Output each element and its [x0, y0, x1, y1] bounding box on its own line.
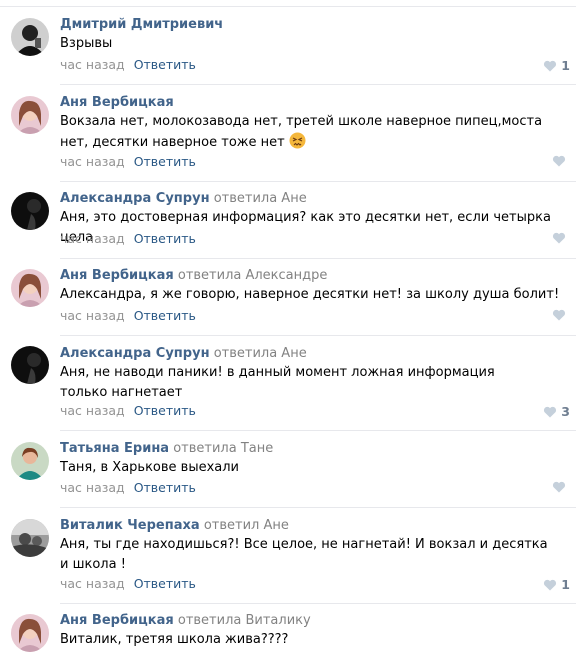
heart-icon [552, 309, 566, 321]
author-name[interactable]: Аня Вербицкая [60, 268, 174, 283]
comment-separator [60, 181, 576, 182]
heart-icon [544, 406, 557, 417]
reply-to-label[interactable]: ответила Ане [214, 191, 307, 206]
like-button[interactable] [552, 309, 570, 321]
comment-text: Взрывы [60, 34, 560, 54]
reply-to-label[interactable]: ответила Тане [173, 441, 273, 456]
heart-icon [552, 481, 566, 493]
like-button[interactable]: 3 [543, 404, 570, 419]
reply-button[interactable]: Ответить [134, 57, 196, 72]
reply-button[interactable]: Ответить [134, 231, 196, 246]
comment-time[interactable]: час назад [60, 57, 125, 72]
like-button[interactable] [552, 481, 570, 493]
comment-separator [60, 84, 576, 85]
author-line: Аня Вербицкая ответила Александре [60, 268, 327, 284]
heart-icon [544, 60, 557, 71]
author-line: Александра Супрун ответила Ане [60, 346, 307, 362]
comment-separator [60, 335, 576, 336]
comment-text-content: Аня, ты где находишься?! Все целое, не н… [60, 537, 548, 572]
comment-time[interactable]: час назад [60, 231, 125, 246]
author-line: Аня Вербицкая [60, 95, 174, 111]
comment-text-content: Виталик, третяя школа жива???? [60, 632, 289, 647]
top-separator [0, 6, 576, 7]
comment-text: Аня, не наводи паники! в данный момент л… [60, 363, 540, 403]
reply-button[interactable]: Ответить [134, 154, 196, 169]
like-button[interactable]: 1 [543, 577, 570, 592]
author-name[interactable]: Дмитрий Дмитриевич [60, 17, 223, 32]
comment-time[interactable]: час назад [60, 576, 125, 591]
comment-meta: час назад Ответить [60, 308, 196, 324]
avatar[interactable] [11, 519, 49, 557]
comment-time[interactable]: час назад [60, 403, 125, 418]
author-name[interactable]: Александра Супрун [60, 191, 210, 206]
reply-button[interactable]: Ответить [134, 403, 196, 418]
reply-button[interactable]: Ответить [134, 576, 196, 591]
avatar[interactable] [11, 96, 49, 134]
comment-text-content: Взрывы [60, 36, 113, 51]
author-name[interactable]: Аня Вербицкая [60, 613, 174, 628]
comment-time[interactable]: час назад [60, 480, 125, 495]
comment-text-content: Аня, не наводи паники! в данный момент л… [60, 365, 495, 400]
avatar[interactable] [11, 614, 49, 652]
comment-separator [60, 507, 576, 508]
reply-button[interactable]: Ответить [134, 308, 196, 323]
avatar[interactable] [11, 346, 49, 384]
comment-meta: час назад Ответить [60, 57, 196, 73]
comment-separator [60, 258, 576, 259]
author-name[interactable]: Виталик Черепаха [60, 518, 200, 533]
like-button[interactable] [552, 155, 570, 167]
comment-text: Аня, ты где находишься?! Все целое, не н… [60, 535, 550, 575]
author-line: Аня Вербицкая ответила Виталику [60, 613, 311, 629]
confounded-face-icon [289, 132, 306, 149]
like-button[interactable] [552, 232, 570, 244]
comment-meta: час назад Ответить [60, 480, 196, 496]
reply-to-label[interactable]: ответила Ане [214, 346, 307, 361]
author-name[interactable]: Аня Вербицкая [60, 95, 174, 110]
avatar[interactable] [11, 192, 49, 230]
reply-button[interactable]: Ответить [134, 480, 196, 495]
author-name[interactable]: Татьяна Ерина [60, 441, 169, 456]
comment-text: Вокзала нет, молокозавода нет, третей шк… [60, 112, 560, 153]
author-line: Дмитрий Дмитриевич [60, 17, 223, 33]
comment-text: Таня, в Харькове выехали [60, 458, 560, 478]
comment-meta: час назад Ответить [60, 154, 196, 170]
comment-meta: час назад Ответить [60, 403, 196, 419]
like-button[interactable]: 1 [543, 58, 570, 73]
reply-to-label[interactable]: ответил Ане [204, 518, 289, 533]
comment-meta: час назад Ответить [60, 231, 196, 247]
reply-to-label[interactable]: ответила Виталику [178, 613, 311, 628]
comment-text: Виталик, третяя школа жива???? [60, 630, 560, 650]
avatar[interactable] [11, 269, 49, 307]
author-line: Татьяна Ерина ответила Тане [60, 441, 273, 457]
avatar[interactable] [11, 18, 49, 56]
like-count: 3 [561, 404, 570, 419]
reply-to-label[interactable]: ответила Александре [178, 268, 328, 283]
like-count: 1 [561, 577, 570, 592]
comment-text: Александра, я же говорю, наверное десятк… [60, 285, 560, 305]
comment-time[interactable]: час назад [60, 154, 125, 169]
comment-separator [60, 603, 576, 604]
comment-time[interactable]: час назад [60, 308, 125, 323]
author-name[interactable]: Александра Супрун [60, 346, 210, 361]
avatar[interactable] [11, 442, 49, 480]
like-count: 1 [561, 58, 570, 73]
author-line: Александра Супрун ответила Ане [60, 191, 307, 207]
heart-icon [544, 579, 557, 590]
comment-text-content: Александра, я же говорю, наверное десятк… [60, 287, 560, 302]
comment-meta: час назад Ответить [60, 576, 196, 592]
comment-text-content: Таня, в Харькове выехали [60, 460, 240, 475]
comment-separator [60, 430, 576, 431]
heart-icon [552, 232, 566, 244]
author-line: Виталик Черепаха ответил Ане [60, 518, 289, 534]
heart-icon [552, 155, 566, 167]
